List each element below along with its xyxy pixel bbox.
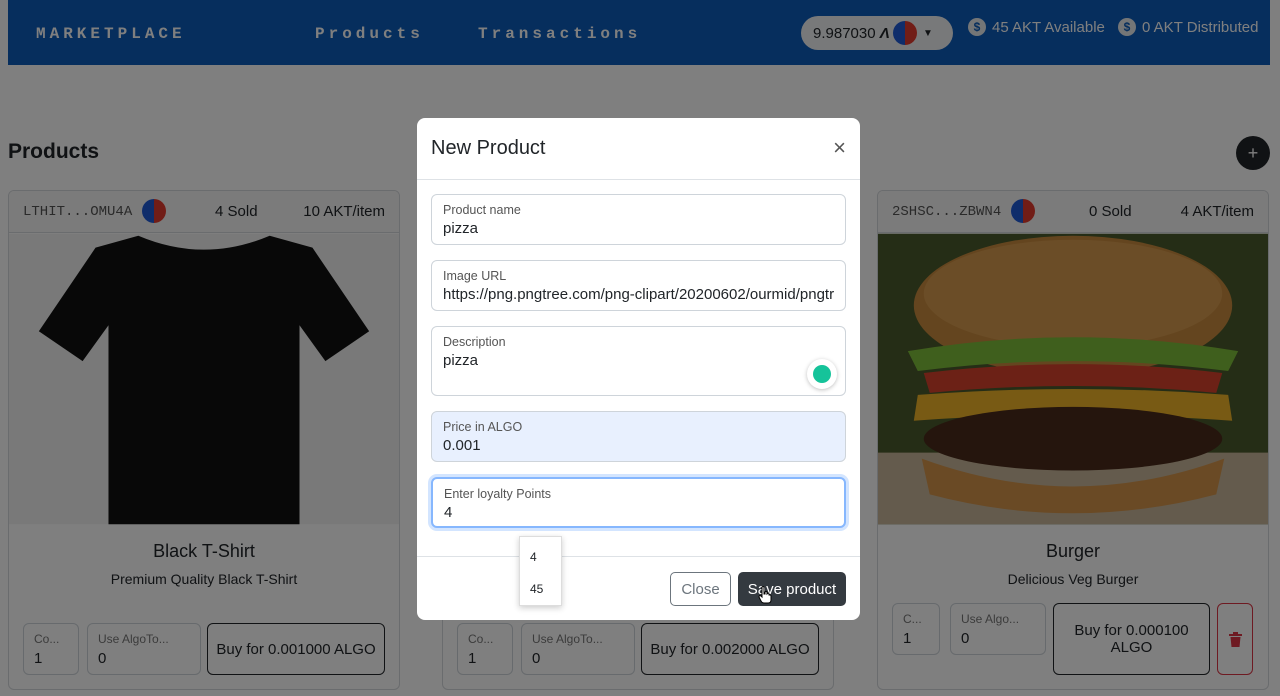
loyalty-points-input[interactable]: 4: [444, 504, 833, 521]
image-url-field[interactable]: Image URL https://png.pngtree.com/png-cl…: [431, 260, 846, 311]
autocomplete-dropdown: 4 45: [519, 536, 562, 606]
close-icon[interactable]: ×: [833, 137, 846, 159]
product-name-label: Product name: [443, 203, 521, 217]
loyalty-points-label: Enter loyalty Points: [444, 487, 551, 501]
description-input[interactable]: pizza: [443, 352, 834, 369]
loyalty-points-field[interactable]: Enter loyalty Points 4: [431, 477, 846, 528]
autocomplete-option[interactable]: 4: [520, 537, 561, 569]
save-product-button[interactable]: Save product: [738, 572, 846, 606]
description-field[interactable]: Description pizza: [431, 326, 846, 396]
price-label: Price in ALGO: [443, 420, 523, 434]
description-label: Description: [443, 335, 506, 349]
autocomplete-option[interactable]: 45: [520, 569, 561, 601]
hand-pointer-icon: [758, 586, 772, 604]
modal-title: New Product: [431, 137, 546, 159]
product-name-field[interactable]: Product name pizza: [431, 194, 846, 245]
price-input[interactable]: 0.001: [443, 437, 834, 454]
modal-header: New Product ×: [417, 118, 860, 180]
image-url-label: Image URL: [443, 269, 507, 283]
image-url-input[interactable]: https://png.pngtree.com/png-clipart/2020…: [443, 286, 834, 303]
close-button[interactable]: Close: [670, 572, 731, 606]
new-product-modal: New Product × Product name pizza Image U…: [417, 118, 860, 620]
grammarly-icon[interactable]: [807, 359, 837, 389]
product-name-input[interactable]: pizza: [443, 220, 834, 237]
modal-footer: Close Save product: [417, 556, 860, 620]
price-field[interactable]: Price in ALGO 0.001: [431, 411, 846, 462]
